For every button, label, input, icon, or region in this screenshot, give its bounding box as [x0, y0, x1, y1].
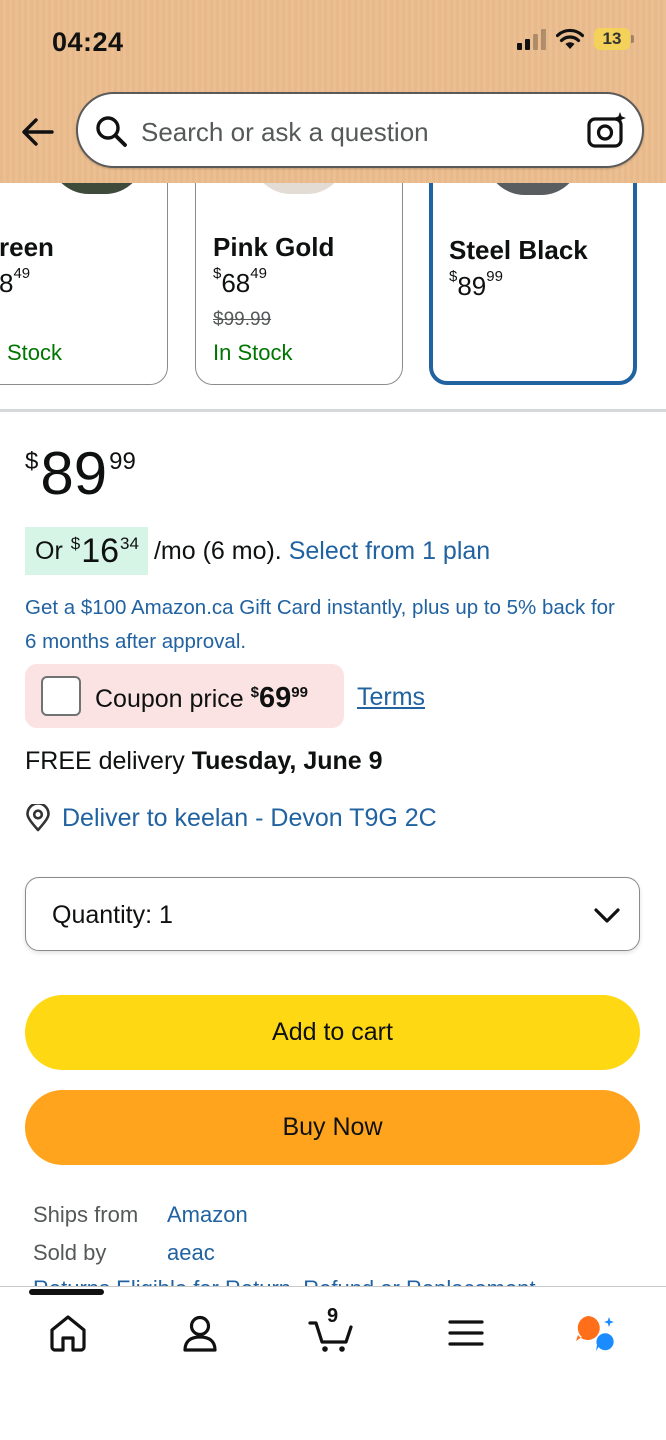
chevron-down-icon [594, 908, 620, 923]
variant-card-steel-black[interactable]: Steel Black $8999 [429, 183, 637, 385]
variant-price: $8999 [449, 268, 503, 301]
search-icon [96, 116, 127, 147]
price-fraction: 99 [109, 448, 136, 475]
search-bar[interactable]: Search or ask a question [76, 92, 644, 168]
rufus-assistant-icon[interactable] [572, 1309, 620, 1357]
coupon-box: Coupon price $6999 [25, 664, 344, 728]
installment-whole: 16 [81, 531, 120, 570]
variant-name: reen [0, 232, 54, 262]
home-icon[interactable] [44, 1309, 92, 1357]
ships-from-row: Ships from Amazon [33, 1196, 248, 1234]
cellular-signal-icon [517, 28, 546, 50]
coupon-checkbox[interactable] [41, 676, 81, 716]
back-arrow-icon[interactable] [20, 114, 56, 150]
seller-info: Ships from Amazon Sold by aeac [33, 1196, 248, 1272]
installment-row: Or $16 34 /mo (6 mo). Select from 1 plan [25, 527, 490, 575]
select-plan-link[interactable]: Select from 1 plan [289, 537, 491, 566]
installment-suffix: /mo (6 mo). [153, 536, 282, 565]
cart-count: 9 [327, 1305, 339, 1327]
active-tab-indicator [29, 1289, 104, 1295]
coupon-label: Coupon price $6999 [95, 682, 308, 714]
add-to-cart-button[interactable]: Add to cart [25, 995, 640, 1070]
variant-thumbnail [48, 183, 145, 194]
variant-stock: Stock [7, 340, 63, 365]
sold-by-link[interactable]: aeac [167, 1234, 215, 1272]
status-time: 04:24 [52, 27, 124, 57]
price-whole: 89 [40, 440, 108, 507]
header: 04:24 13 Search or ask a question [0, 0, 666, 183]
deliver-to-link[interactable]: Deliver to keelan - Devon T9G 2C [25, 801, 437, 835]
quantity-dropdown[interactable]: Quantity: 1 [25, 877, 640, 951]
menu-icon[interactable] [442, 1309, 490, 1357]
account-icon[interactable] [176, 1309, 224, 1357]
installment-prefix: Or [35, 536, 63, 565]
deliver-to-text[interactable]: Deliver to keelan - Devon T9G 2C [62, 804, 437, 833]
variant-thumbnail [485, 183, 581, 195]
camera-search-icon[interactable] [586, 110, 628, 150]
variant-card-pink-gold[interactable]: Pink Gold $6849 $99.99 In Stock [195, 183, 403, 385]
gift-card-offer-link[interactable]: Get a $100 Amazon.ca Gift Card instantly… [25, 591, 625, 659]
variant-price: 849 [0, 265, 31, 298]
variant-name: Steel Black [449, 235, 588, 265]
delivery-info: FREE delivery Tuesday, June 9 [25, 747, 383, 775]
installment-badge: Or $16 34 [25, 527, 148, 575]
installment-fraction: 34 [120, 534, 139, 553]
sold-by-row: Sold by aeac [33, 1234, 248, 1272]
variant-card-green[interactable]: reen 849 Stock [0, 183, 168, 385]
price-currency: $ [25, 448, 39, 475]
installment-currency: $ [70, 534, 81, 553]
battery-indicator: 13 [594, 28, 634, 50]
search-input[interactable]: Search or ask a question [141, 117, 429, 148]
section-divider [0, 409, 666, 412]
quantity-label: Quantity: 1 [52, 901, 173, 929]
delivery-date: Tuesday, June 9 [191, 747, 383, 775]
bottom-nav: 9 [0, 1286, 666, 1440]
variant-selector: reen 849 Stock Pink Gold $6849 $99.99 In… [0, 183, 666, 405]
cart-button[interactable]: 9 [308, 1305, 356, 1357]
variant-price: $6849 [213, 265, 267, 298]
variant-name: Pink Gold [213, 232, 335, 262]
variant-stock: In Stock [213, 340, 293, 365]
status-icons: 13 [517, 28, 634, 50]
variant-thumbnail [251, 183, 347, 194]
ships-from-link[interactable]: Amazon [167, 1196, 248, 1234]
wifi-icon [556, 28, 584, 49]
coupon-terms-link[interactable]: Terms [357, 683, 425, 712]
buy-now-button[interactable]: Buy Now [25, 1090, 640, 1165]
location-pin-icon [26, 804, 50, 832]
variant-list-price: $99.99 [213, 309, 272, 330]
product-price: $ 89 99 [25, 444, 136, 504]
